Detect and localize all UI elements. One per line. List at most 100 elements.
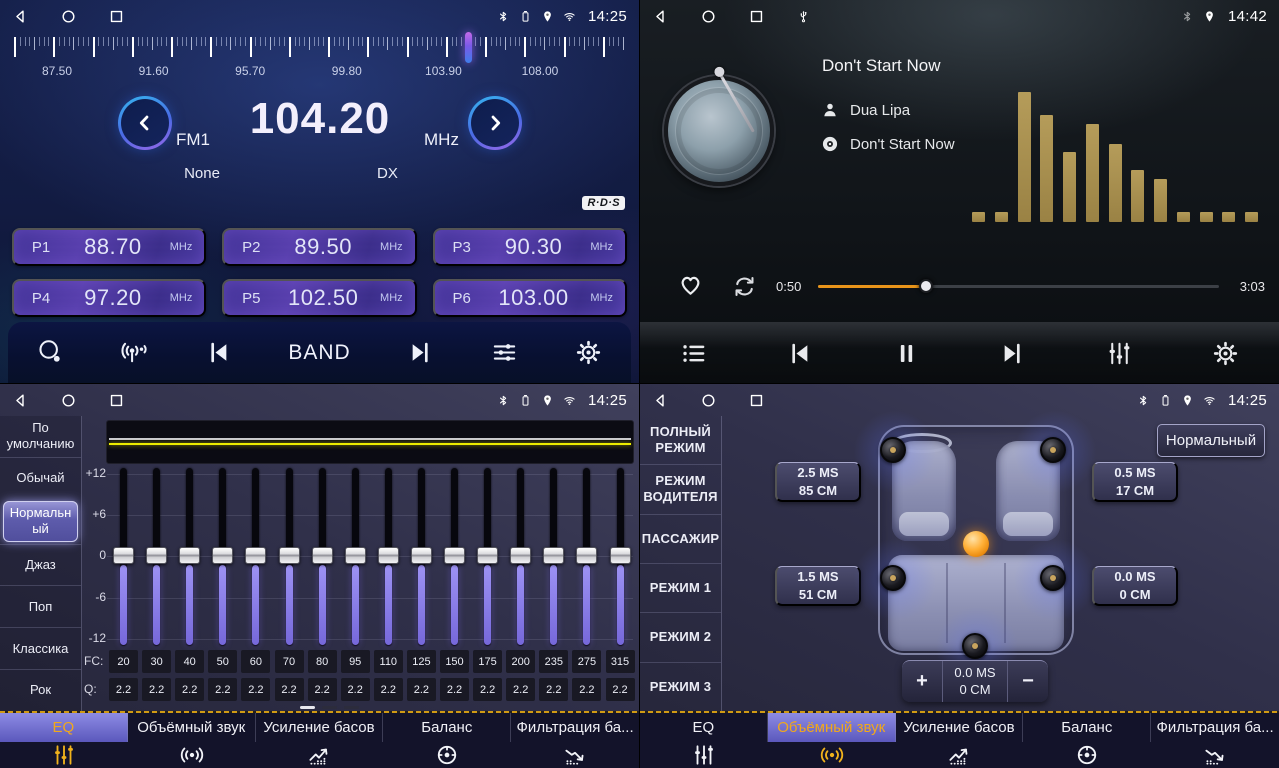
recents-nav-icon[interactable] bbox=[108, 392, 125, 409]
eq-preset-2[interactable]: Нормальный bbox=[3, 501, 78, 542]
eq-preset-6[interactable]: Рок bbox=[0, 669, 81, 711]
q-value[interactable]: 2.2 bbox=[208, 678, 237, 701]
preset-button-P4[interactable]: P497.20MHz bbox=[12, 279, 206, 317]
slider-handle[interactable] bbox=[113, 547, 134, 564]
fc-value[interactable]: 125 bbox=[407, 650, 436, 673]
repeat-icon[interactable] bbox=[730, 272, 759, 301]
settings-gear-icon[interactable] bbox=[1211, 339, 1240, 368]
mode-5[interactable]: РЕЖИМ 3 bbox=[640, 662, 721, 711]
recents-nav-icon[interactable] bbox=[108, 8, 125, 25]
fc-value[interactable]: 175 bbox=[473, 650, 502, 673]
eq-preset-1[interactable]: Обычай bbox=[0, 457, 81, 499]
preset-button-P6[interactable]: P6103.00MHz bbox=[433, 279, 627, 317]
tab-surround[interactable]: Объёмный звук bbox=[128, 713, 256, 768]
fc-value[interactable]: 235 bbox=[539, 650, 568, 673]
home-nav-icon[interactable] bbox=[60, 392, 77, 409]
mode-1[interactable]: РЕЖИМ ВОДИТЕЛЯ bbox=[640, 464, 721, 513]
q-value[interactable]: 2.2 bbox=[440, 678, 469, 701]
delay-button-rear-left[interactable]: 1.5 MS51 CM bbox=[775, 566, 861, 606]
eq-preset-3[interactable]: Джаз bbox=[0, 544, 81, 586]
delay-button-front-right[interactable]: 0.5 MS17 CM bbox=[1092, 462, 1178, 502]
slider-handle[interactable] bbox=[510, 547, 531, 564]
q-value[interactable]: 2.2 bbox=[407, 678, 436, 701]
tab-eq-sliders[interactable]: EQ bbox=[0, 713, 128, 768]
increase-delay-button[interactable]: + bbox=[902, 661, 942, 702]
back-nav-icon[interactable] bbox=[12, 8, 29, 25]
preset-button-P1[interactable]: P188.70MHz bbox=[12, 228, 206, 266]
next-track-icon[interactable] bbox=[998, 339, 1027, 368]
equalizer-icon[interactable] bbox=[490, 338, 519, 367]
fc-value[interactable]: 315 bbox=[606, 650, 635, 673]
slider-handle[interactable] bbox=[477, 547, 498, 564]
fc-value[interactable]: 40 bbox=[175, 650, 204, 673]
delay-button-front-left[interactable]: 2.5 MS85 CM bbox=[775, 462, 861, 502]
fc-value[interactable]: 80 bbox=[308, 650, 337, 673]
progress-knob[interactable] bbox=[919, 279, 933, 293]
fc-value[interactable]: 275 bbox=[572, 650, 601, 673]
q-value[interactable]: 2.2 bbox=[241, 678, 270, 701]
q-value[interactable]: 2.2 bbox=[539, 678, 568, 701]
delay-button-rear-right[interactable]: 0.0 MS0 CM bbox=[1092, 566, 1178, 606]
favorite-heart-icon[interactable] bbox=[676, 270, 705, 299]
tune-down-button[interactable] bbox=[118, 96, 172, 150]
slider-handle[interactable] bbox=[444, 547, 465, 564]
slider-handle[interactable] bbox=[245, 547, 266, 564]
fc-value[interactable]: 110 bbox=[374, 650, 403, 673]
q-value[interactable]: 2.2 bbox=[308, 678, 337, 701]
preset-button-P2[interactable]: P289.50MHz bbox=[222, 228, 416, 266]
speaker-front-left-icon[interactable] bbox=[880, 437, 906, 463]
eq-preset-0[interactable]: По умолчанию bbox=[0, 416, 81, 457]
sound-profile-button[interactable]: Нормальный bbox=[1157, 424, 1265, 457]
preset-button-P3[interactable]: P390.30MHz bbox=[433, 228, 627, 266]
decrease-delay-button[interactable]: − bbox=[1008, 661, 1048, 702]
q-value[interactable]: 2.2 bbox=[572, 678, 601, 701]
speaker-rear-right-icon[interactable] bbox=[1040, 565, 1066, 591]
fc-value[interactable]: 60 bbox=[241, 650, 270, 673]
home-nav-icon[interactable] bbox=[60, 8, 77, 25]
fc-value[interactable]: 150 bbox=[440, 650, 469, 673]
q-value[interactable]: 2.2 bbox=[275, 678, 304, 701]
tab-bass-boost[interactable]: Усиление басов bbox=[896, 713, 1024, 768]
q-value[interactable]: 2.2 bbox=[341, 678, 370, 701]
fc-value[interactable]: 30 bbox=[142, 650, 171, 673]
slider-handle[interactable] bbox=[576, 547, 597, 564]
fc-value[interactable]: 200 bbox=[506, 650, 535, 673]
mode-2[interactable]: ПАССАЖИР bbox=[640, 514, 721, 563]
q-value[interactable]: 2.2 bbox=[473, 678, 502, 701]
slider-handle[interactable] bbox=[378, 547, 399, 564]
previous-station-icon[interactable] bbox=[204, 338, 233, 367]
fc-value[interactable]: 50 bbox=[208, 650, 237, 673]
slider-handle[interactable] bbox=[179, 547, 200, 564]
next-station-icon[interactable] bbox=[406, 338, 435, 367]
home-nav-icon[interactable] bbox=[700, 8, 717, 25]
eq-preset-4[interactable]: Поп bbox=[0, 585, 81, 627]
slider-handle[interactable] bbox=[345, 547, 366, 564]
mode-3[interactable]: РЕЖИМ 1 bbox=[640, 563, 721, 612]
back-nav-icon[interactable] bbox=[12, 392, 29, 409]
equalizer-icon[interactable] bbox=[1105, 339, 1134, 368]
slider-handle[interactable] bbox=[312, 547, 333, 564]
back-nav-icon[interactable] bbox=[652, 392, 669, 409]
mode-4[interactable]: РЕЖИМ 2 bbox=[640, 612, 721, 661]
q-value[interactable]: 2.2 bbox=[109, 678, 138, 701]
recents-nav-icon[interactable] bbox=[748, 8, 765, 25]
scan-icon[interactable] bbox=[36, 338, 65, 367]
slider-handle[interactable] bbox=[146, 547, 167, 564]
slider-handle[interactable] bbox=[279, 547, 300, 564]
slider-handle[interactable] bbox=[610, 547, 631, 564]
recents-nav-icon[interactable] bbox=[748, 392, 765, 409]
broadcast-icon[interactable] bbox=[120, 338, 149, 367]
progress-bar[interactable] bbox=[818, 285, 1219, 288]
home-nav-icon[interactable] bbox=[700, 392, 717, 409]
q-value[interactable]: 2.2 bbox=[506, 678, 535, 701]
tab-balance[interactable]: Баланс bbox=[383, 713, 511, 768]
slider-handle[interactable] bbox=[411, 547, 432, 564]
q-value[interactable]: 2.2 bbox=[374, 678, 403, 701]
q-value[interactable]: 2.2 bbox=[175, 678, 204, 701]
mode-0[interactable]: ПОЛНЫЙ РЕЖИМ bbox=[640, 416, 721, 464]
preset-button-P5[interactable]: P5102.50MHz bbox=[222, 279, 416, 317]
eq-preset-5[interactable]: Классика bbox=[0, 627, 81, 669]
tab-filter[interactable]: Фильтрация ба... bbox=[1151, 713, 1279, 768]
tab-balance[interactable]: Баланс bbox=[1023, 713, 1151, 768]
q-value[interactable]: 2.2 bbox=[142, 678, 171, 701]
